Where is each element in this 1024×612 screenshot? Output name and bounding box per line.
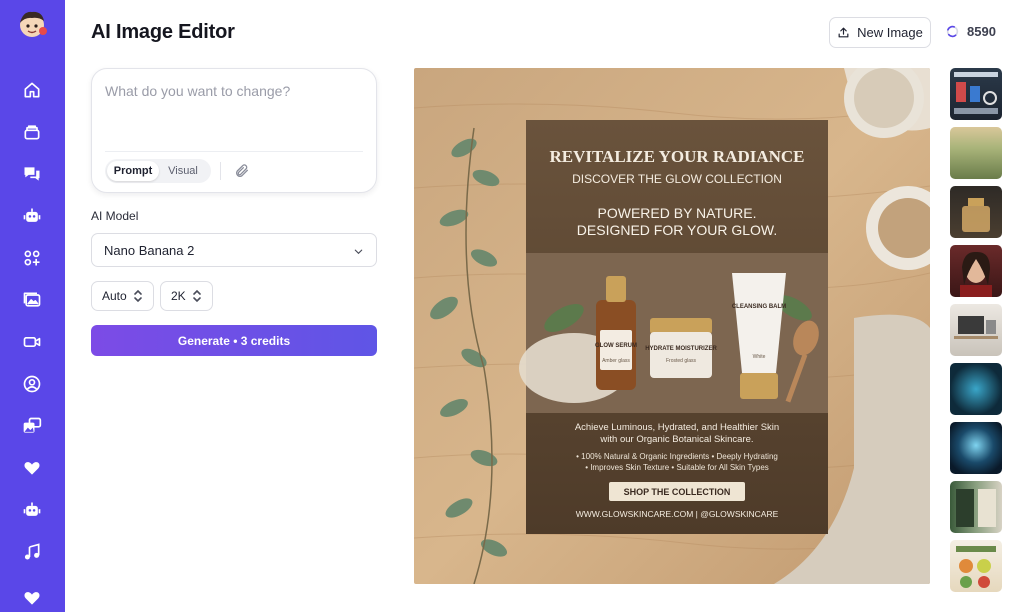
heart-icon — [24, 462, 40, 475]
new-image-label: New Image — [857, 25, 923, 40]
heart-icon — [24, 592, 40, 605]
thumbnail-infographic[interactable] — [950, 68, 1002, 120]
thumbnail-brain[interactable] — [950, 422, 1002, 474]
divider — [220, 162, 221, 180]
poster-body-2: with our Organic Botanical Skincare. — [599, 434, 753, 445]
product-3-label: CLEANSING BALM — [732, 304, 786, 310]
robot-icon — [23, 208, 41, 222]
poster-image: REVITALIZE YOUR RADIANCE DISCOVER THE GL… — [414, 68, 930, 584]
prompt-input[interactable] — [105, 83, 363, 143]
poster-bullets-2: • Improves Skin Texture • Suitable for A… — [585, 463, 769, 472]
thumbnail-image — [956, 489, 996, 527]
thumbnail-magazine[interactable] — [950, 540, 1002, 592]
sidebar-item-home[interactable] — [20, 78, 44, 102]
video-icon — [23, 337, 41, 347]
updown-chevron-icon — [192, 289, 201, 303]
page-title: AI Image Editor — [91, 21, 235, 43]
sidebar-item-profile[interactable] — [20, 372, 44, 396]
main-image-canvas[interactable]: REVITALIZE YOUR RADIANCE DISCOVER THE GL… — [414, 68, 930, 584]
layers-icon — [24, 125, 40, 140]
sidebar-item-favorites[interactable] — [20, 456, 44, 480]
divider — [105, 151, 363, 152]
poster-tagline-1: POWERED BY NATURE. — [598, 205, 757, 221]
thumbnail-landscape[interactable] — [950, 127, 1002, 179]
thumbnail-portrait[interactable] — [950, 245, 1002, 297]
chevron-down-icon — [354, 249, 363, 255]
product-3-sub: White — [753, 354, 766, 360]
sidebar-item-video[interactable] — [20, 330, 44, 354]
sidebar-item-music[interactable] — [20, 540, 44, 564]
model-label: AI Model — [91, 209, 139, 223]
mode-visual-button[interactable]: Visual — [159, 161, 207, 181]
thumbnail-image — [956, 546, 996, 588]
poster-tagline-2: DESIGNED FOR YOUR GLOW. — [577, 222, 777, 238]
thumbnail-image — [954, 72, 998, 114]
thumbnail-books[interactable] — [950, 481, 1002, 533]
spinner-icon — [946, 25, 959, 38]
model-selected-value: Nano Banana 2 — [104, 242, 195, 258]
poster-bullets-1: • 100% Natural & Organic Ingredients • D… — [576, 452, 778, 461]
aspect-value: Auto — [102, 289, 127, 303]
sidebar-item-images[interactable] — [20, 414, 44, 438]
sidebar-item-robot[interactable] — [20, 204, 44, 228]
model-select[interactable]: Nano Banana 2 — [91, 233, 377, 267]
sidebar-item-apps[interactable] — [20, 246, 44, 270]
thumbnail-image — [960, 251, 992, 297]
thumbnail-desk[interactable] — [950, 304, 1002, 356]
sidebar-item-bots[interactable] — [20, 498, 44, 522]
prompt-card: Prompt Visual — [91, 68, 377, 193]
images-icon — [23, 417, 42, 433]
product-2-label: HYDRATE MOISTURIZER — [645, 346, 717, 352]
poster-footer: WWW.GLOWSKINCARE.COM | @GLOWSKINCARE — [576, 509, 779, 519]
resolution-select[interactable]: 2K — [160, 281, 213, 311]
credits-count: 8590 — [967, 24, 996, 39]
product-2-sub: Frosted glass — [666, 358, 697, 364]
attach-button[interactable] — [234, 163, 250, 179]
resolution-value: 2K — [171, 289, 186, 303]
sidebar-item-liked[interactable] — [20, 586, 44, 610]
thumbnail-image — [962, 198, 990, 232]
sidebar-item-gallery[interactable] — [20, 288, 44, 312]
home-icon — [24, 82, 40, 98]
robot-icon — [23, 502, 41, 516]
mode-prompt-button[interactable]: Prompt — [107, 161, 159, 181]
credits-display: 8590 — [946, 24, 996, 39]
poster-title: REVITALIZE YOUR RADIANCE — [549, 147, 804, 166]
thumbnail-circuit[interactable] — [950, 363, 1002, 415]
sidebar-item-chat[interactable] — [20, 162, 44, 186]
chat-icon — [24, 167, 40, 181]
poster-body-1: Achieve Luminous, Hydrated, and Healthie… — [575, 422, 779, 433]
new-image-button[interactable]: New Image — [829, 17, 931, 48]
product-1-sub: Amber glass — [602, 358, 630, 364]
generate-button[interactable]: Generate • 3 credits — [91, 325, 377, 356]
product-1-label: GLOW SERUM — [595, 343, 637, 349]
gallery-icon — [23, 292, 41, 307]
thumbnail-perfume[interactable] — [950, 186, 1002, 238]
upload-icon — [838, 27, 849, 38]
apps-icon — [24, 250, 40, 266]
app-logo[interactable] — [15, 9, 49, 39]
updown-chevron-icon — [133, 289, 142, 303]
poster-cta: SHOP THE COLLECTION — [624, 487, 731, 497]
poster-subtitle: DISCOVER THE GLOW COLLECTION — [572, 172, 782, 186]
mode-toggle: Prompt Visual — [105, 159, 211, 183]
sidebar-item-layers[interactable] — [20, 120, 44, 144]
sidebar — [0, 0, 65, 612]
thumbnail-image — [954, 316, 998, 339]
user-circle-icon — [23, 375, 41, 393]
music-icon — [24, 543, 40, 560]
aspect-select[interactable]: Auto — [91, 281, 154, 311]
paperclip-icon — [236, 164, 248, 177]
